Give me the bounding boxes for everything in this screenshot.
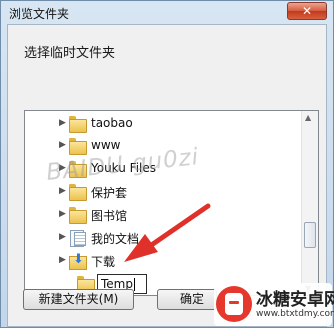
scroll-up-icon[interactable]: ▲: [305, 113, 311, 122]
folder-icon: [69, 184, 87, 201]
expand-arrow-icon[interactable]: ▶: [59, 232, 66, 242]
title-bar: 浏览文件夹 ✕: [1, 1, 333, 23]
vertical-scrollbar[interactable]: ▲ ▼: [301, 111, 318, 295]
tree-item-label: 我的文档: [91, 232, 140, 246]
tree-item-downloads[interactable]: ▶ 下载: [25, 250, 305, 272]
tree-item-taobao[interactable]: ▶ taobao: [25, 113, 305, 135]
ok-button[interactable]: 确定: [157, 289, 217, 310]
text-caret: [133, 278, 135, 291]
window-title: 浏览文件夹: [9, 7, 70, 21]
tree-item-protective-case[interactable]: ▶ 保护套: [25, 181, 305, 203]
tree-item-library[interactable]: ▶ 图书馆: [25, 204, 305, 226]
folder-tree[interactable]: ▶ taobao ▶ www ▶ Youku Files ▶ 保护套 ▶ 图书馆…: [24, 110, 319, 296]
folder-icon: [69, 207, 87, 224]
folder-icon: [69, 116, 87, 133]
expand-arrow-icon[interactable]: ▶: [59, 209, 66, 219]
tree-item-my-documents[interactable]: ▶ 我的文档: [25, 227, 305, 249]
tree-item-label: www: [91, 138, 121, 152]
folder-icon: [69, 138, 87, 155]
tree-item-label: 下载: [91, 255, 116, 269]
expand-arrow-icon[interactable]: ▶: [59, 186, 66, 196]
dialog-prompt: 选择临时文件夹: [24, 46, 116, 61]
logo-name: 冰糖安卓网: [256, 290, 334, 310]
scrollbar-thumb[interactable]: [304, 222, 316, 248]
tree-item-label: taobao: [91, 116, 133, 130]
expand-arrow-icon[interactable]: ▶: [59, 255, 66, 265]
site-logo: 冰糖安卓网 www.btxtdmy.com: [214, 283, 334, 326]
documents-icon: [69, 230, 86, 247]
expand-arrow-icon[interactable]: ▶: [59, 118, 66, 128]
tree-item-label: 保护套: [91, 186, 128, 200]
android-logo-icon: [216, 286, 252, 322]
close-button[interactable]: ✕: [287, 2, 327, 20]
download-folder-icon: [69, 253, 87, 270]
new-folder-button[interactable]: 新建文件夹(M): [23, 289, 134, 310]
tree-item-label: 图书馆: [91, 209, 128, 223]
expand-arrow-icon[interactable]: ▶: [59, 140, 66, 150]
logo-url: www.btxtdmy.com: [256, 309, 334, 319]
